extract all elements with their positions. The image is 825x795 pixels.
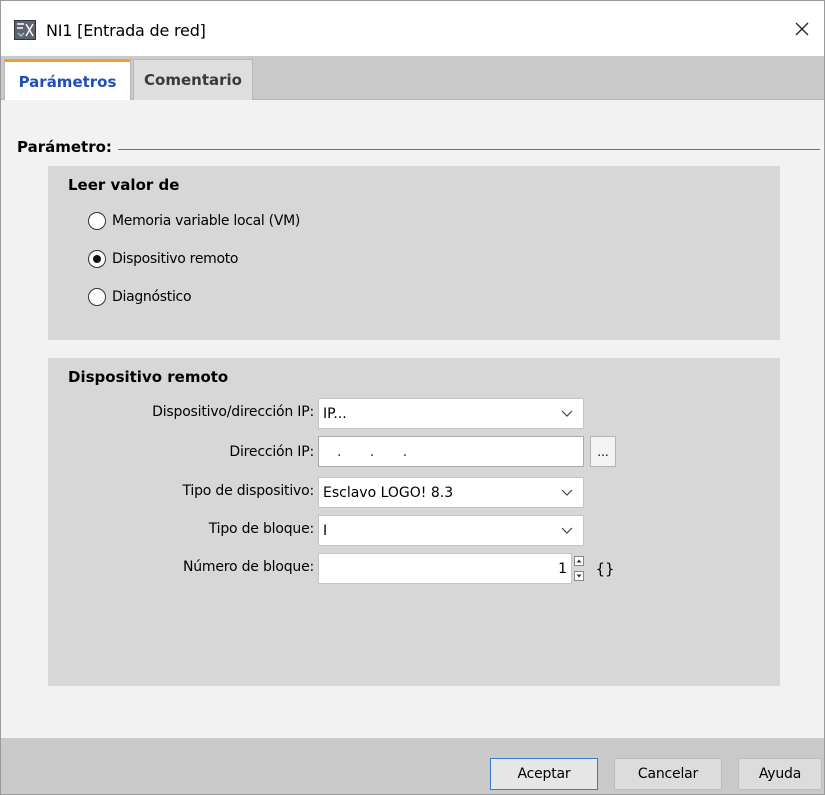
cancel-button-label: Cancelar (637, 766, 699, 782)
block-number-input[interactable]: 1 (318, 553, 572, 584)
accept-button[interactable]: Aceptar (490, 758, 598, 790)
window-title: NI1 [Entrada de red] (46, 21, 206, 40)
block-number-label: Número de bloque: (182, 559, 314, 575)
radio-option-remote-label: Dispositivo remoto (112, 251, 239, 267)
ip-browse-button-label: ... (597, 445, 609, 459)
radio-selected-dot (93, 255, 101, 263)
close-button[interactable] (780, 11, 824, 47)
radio-option-remote[interactable]: Dispositivo remoto (88, 250, 239, 268)
title-bar: NI1 [Entrada de red] (1, 1, 824, 56)
spin-down-button[interactable] (572, 568, 586, 583)
button-bar: Aceptar Cancelar Ayuda (1, 738, 824, 794)
chevron-down-icon (561, 410, 573, 417)
device-ip-label: Dispositivo/dirección IP: (152, 404, 314, 420)
block-number-value: 1 (558, 560, 567, 577)
ip-address-label: Dirección IP: (229, 444, 314, 460)
chevron-down-icon (561, 489, 573, 496)
radio-button[interactable] (88, 288, 106, 306)
section-divider (17, 149, 820, 150)
close-icon (795, 22, 809, 36)
block-type-value: I (323, 522, 328, 539)
help-button-label: Ayuda (758, 766, 802, 782)
cancel-button[interactable]: Cancelar (614, 758, 722, 790)
radio-option-diagnostic[interactable]: Diagnóstico (88, 288, 192, 306)
remote-device-group-title: Dispositivo remoto (68, 368, 229, 386)
ip-address-value: . . . (337, 443, 420, 460)
parametro-section-label: Parámetro: (17, 138, 118, 156)
tab-comentario-label: Comentario (144, 71, 242, 89)
tab-comentario[interactable]: Comentario (133, 59, 253, 100)
help-button[interactable]: Ayuda (738, 758, 822, 790)
accept-button-label: Aceptar (517, 766, 571, 782)
radio-option-diagnostic-label: Diagnóstico (112, 289, 192, 305)
remote-device-group: Dispositivo remoto Dispositivo/dirección… (48, 358, 780, 686)
tab-parametros-label: Parámetros (18, 72, 117, 91)
radio-button[interactable] (88, 212, 106, 230)
ip-browse-button[interactable]: ... (590, 436, 616, 467)
tab-strip: Parámetros Comentario (1, 56, 824, 101)
tab-content: Parámetro: Leer valor de Memoria variabl… (1, 100, 824, 738)
spin-up-button[interactable] (572, 553, 586, 568)
block-number-spinner (572, 553, 586, 584)
spin-up-icon (574, 555, 584, 566)
device-type-select[interactable]: Esclavo LOGO! 8.3 (318, 477, 584, 508)
logo-app-icon (14, 20, 36, 40)
device-ip-value: IP... (323, 405, 347, 422)
block-reference-button[interactable]: {} (595, 553, 615, 584)
ip-address-input[interactable]: . . . (318, 436, 584, 467)
read-value-group: Leer valor de Memoria variable local (VM… (48, 166, 780, 340)
tab-parametros[interactable]: Parámetros (4, 59, 131, 101)
read-value-group-title: Leer valor de (68, 176, 180, 194)
block-type-select[interactable]: I (318, 515, 584, 546)
block-type-label: Tipo de bloque: (208, 521, 314, 537)
radio-option-vm-label: Memoria variable local (VM) (112, 213, 301, 229)
spin-down-icon (574, 570, 584, 581)
device-type-value: Esclavo LOGO! 8.3 (323, 484, 454, 501)
device-ip-select[interactable]: IP... (318, 398, 584, 429)
chevron-down-icon (561, 527, 573, 534)
dialog-window: NI1 [Entrada de red] Parámetros Comentar… (0, 0, 825, 795)
block-reference-button-label: {} (595, 559, 615, 578)
radio-option-vm[interactable]: Memoria variable local (VM) (88, 212, 300, 230)
radio-button-selected[interactable] (88, 250, 106, 268)
device-type-label: Tipo de dispositivo: (182, 483, 314, 499)
